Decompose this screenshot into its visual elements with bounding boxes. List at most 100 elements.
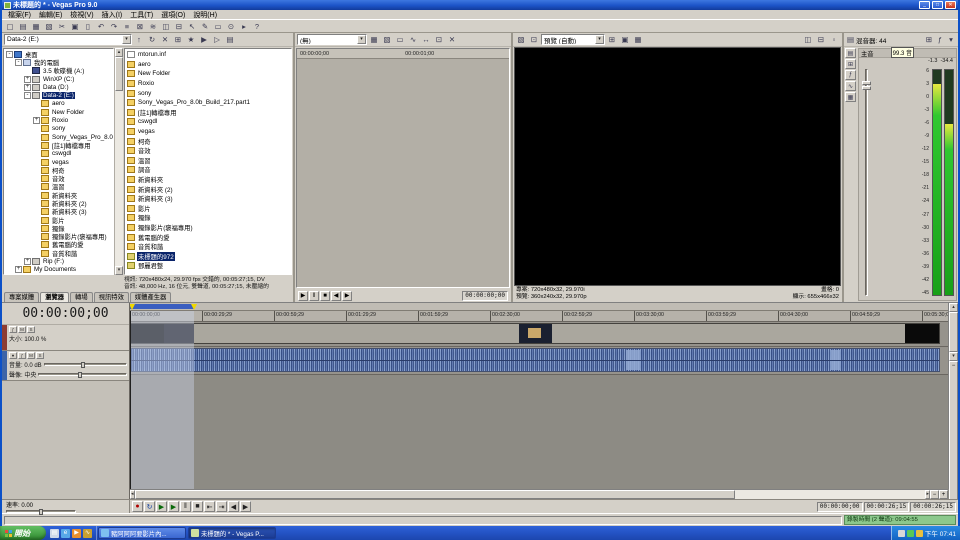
scroll-up-icon[interactable]: ▴ — [949, 303, 958, 312]
video-track[interactable] — [130, 322, 948, 347]
preview-quality-dropdown[interactable]: 預覽 (自動) ▾ — [541, 34, 605, 45]
show-audio-button[interactable]: ∿ — [407, 34, 419, 45]
master-fader[interactable] — [861, 67, 872, 298]
mixer-menu-button[interactable]: ▾ — [946, 34, 956, 45]
selection-edit-tool-button[interactable]: ▭ — [212, 21, 224, 32]
antivirus-tray-icon[interactable] — [907, 530, 914, 537]
pause-button[interactable]: ‖ — [309, 291, 319, 301]
timeline-hscrollbar[interactable]: ◂ ▸ − + — [130, 489, 948, 499]
msn-tray-icon[interactable] — [916, 530, 923, 537]
interactive-tutorials-button[interactable]: ▸ — [238, 21, 250, 32]
media-properties-button[interactable]: ▧ — [381, 34, 393, 45]
save-markers-button[interactable]: ▦ — [368, 34, 380, 45]
audio-track-header[interactable]: ●ƒMS 音量: 0.0 dB 聲像: 中央 — [2, 351, 129, 381]
audio-track[interactable] — [130, 347, 948, 375]
copy-button[interactable]: ▣ — [69, 21, 81, 32]
trimmer-counter[interactable]: 00:00:00;00 — [462, 291, 508, 301]
marker-bar[interactable] — [130, 303, 948, 311]
file-item[interactable]: Sony_Vegas_Pro_8.0b_Build_217.part1 — [127, 98, 291, 108]
file-item[interactable]: 獨錄影片(褒福專用) — [127, 223, 291, 233]
chevron-down-icon[interactable]: ▾ — [357, 35, 366, 44]
envelope-edit-tool-button[interactable]: ✎ — [199, 21, 211, 32]
next-frame-button[interactable]: ▶ — [240, 501, 251, 512]
expander-toggle[interactable]: - — [15, 59, 22, 66]
winamp-icon[interactable]: ∿ — [83, 529, 92, 538]
audio-properties-button[interactable]: ∿ — [845, 81, 856, 91]
expander-toggle[interactable]: - — [6, 51, 13, 58]
external-monitor-button[interactable]: ⊡ — [528, 34, 540, 45]
file-item[interactable]: aero — [127, 60, 291, 70]
file-item[interactable]: 影片 — [127, 204, 291, 214]
project-properties-button[interactable]: ▧ — [515, 34, 527, 45]
selection-start-time[interactable]: 00:00:00;00 — [817, 502, 863, 512]
go-to-start-button[interactable]: ⇤ — [204, 501, 215, 512]
undo-button[interactable]: ↶ — [95, 21, 107, 32]
tree-item[interactable]: + Roxio — [4, 116, 113, 124]
whats-this-help-button[interactable]: ? — [251, 21, 263, 32]
tree-item[interactable]: New Folder — [4, 108, 113, 116]
tree-item[interactable]: aero — [4, 100, 113, 108]
track-zoom-out-button[interactable]: − — [949, 361, 958, 499]
file-item[interactable]: 音效 — [127, 146, 291, 156]
ignore-event-grouping-button[interactable]: ⊟ — [173, 21, 185, 32]
track-fx-button[interactable]: ƒ — [18, 352, 26, 359]
fader-handle-left[interactable] — [862, 81, 871, 85]
file-item[interactable]: 柯奇 — [127, 136, 291, 146]
pan-slider[interactable] — [38, 373, 127, 376]
video-event[interactable] — [130, 323, 940, 344]
audio-event[interactable] — [130, 348, 940, 372]
file-item[interactable]: sony — [127, 88, 291, 98]
open-project-button[interactable]: ▤ — [17, 21, 29, 32]
titlebar[interactable]: 未標題的 * - Vegas Pro 9.0 _ □ ✕ — [2, 0, 958, 10]
rate-slider[interactable] — [6, 510, 76, 513]
pause-button[interactable]: ‖ — [180, 501, 191, 512]
timeline-canvas[interactable]: 00:00:00;0000:00:29;2900:00:59;2900:01:2… — [130, 303, 958, 499]
new-project-button[interactable]: ▢ — [4, 21, 16, 32]
volume-tray-icon[interactable] — [898, 530, 905, 537]
taskbar-task-button[interactable]: 未標題的 * - Vegas P... — [188, 527, 276, 539]
file-item[interactable]: 新資料夾 (2) — [127, 184, 291, 194]
vscroll-thumb[interactable] — [949, 312, 958, 352]
delete-button[interactable]: ✕ — [159, 34, 171, 45]
lock-envelopes-button[interactable]: ◫ — [160, 21, 172, 32]
selection-length-time[interactable]: 00:00:26;15 — [910, 502, 956, 512]
file-item[interactable]: 音質和諧 — [127, 242, 291, 252]
solo-button[interactable]: S — [27, 326, 35, 333]
file-item[interactable]: 新資料夾 — [127, 175, 291, 185]
mute-button[interactable]: M — [18, 326, 26, 333]
tree-item[interactable]: - Data-2 (E:) — [4, 91, 113, 99]
media-player-icon[interactable]: ▶ — [72, 529, 81, 538]
file-item[interactable]: Roxio — [127, 79, 291, 89]
trimmer-media-dropdown[interactable]: (無) ▾ — [297, 34, 367, 45]
dock-tab[interactable]: 轉場 — [70, 292, 93, 302]
tree-item[interactable]: cswgdl — [4, 150, 113, 158]
zoom-out-button[interactable]: − — [930, 490, 939, 499]
menu-item[interactable]: 編輯(E) — [35, 10, 66, 20]
mixer-views-button[interactable]: ▤ — [845, 48, 856, 58]
start-preview-button[interactable]: ▶ — [198, 34, 210, 45]
tree-item[interactable]: + Rip (F:) — [4, 257, 113, 265]
hscroll-thumb[interactable] — [135, 490, 735, 499]
auto-crossfade-button[interactable]: ⊠ — [134, 21, 146, 32]
loop-start-marker[interactable] — [130, 304, 135, 310]
next-frame-button[interactable]: ▶ — [342, 291, 352, 301]
close-button[interactable]: ✕ — [945, 1, 956, 9]
file-item[interactable]: 調音 — [127, 165, 291, 175]
trimmer-ruler[interactable]: 00:00:00;00 00:00:01;00 — [297, 49, 509, 59]
prev-frame-button[interactable]: ◀ — [228, 501, 239, 512]
grid-button[interactable]: ⊟ — [815, 34, 827, 45]
tree-item[interactable]: 3.5 軟碟機 (A:) — [4, 67, 113, 75]
ie-icon[interactable]: e — [61, 529, 70, 538]
insert-audio-bus-button[interactable]: ⊞ — [924, 34, 934, 45]
redo-button[interactable]: ↷ — [108, 21, 120, 32]
dock-tab[interactable]: 瀏覽器 — [40, 292, 69, 302]
maximize-button[interactable]: □ — [932, 1, 943, 9]
record-button[interactable]: ● — [132, 501, 143, 512]
volume-slider[interactable] — [44, 363, 127, 366]
expander-toggle[interactable]: + — [15, 266, 22, 273]
save-project-button[interactable]: ▦ — [30, 21, 42, 32]
record-arm-button[interactable]: ● — [9, 352, 17, 359]
taskbar-task-button[interactable]: 豬阿阿阿要影片內... — [98, 527, 186, 539]
tree-item[interactable]: [註1]轉檔專用 — [4, 141, 113, 149]
file-item[interactable]: New Folder — [127, 69, 291, 79]
